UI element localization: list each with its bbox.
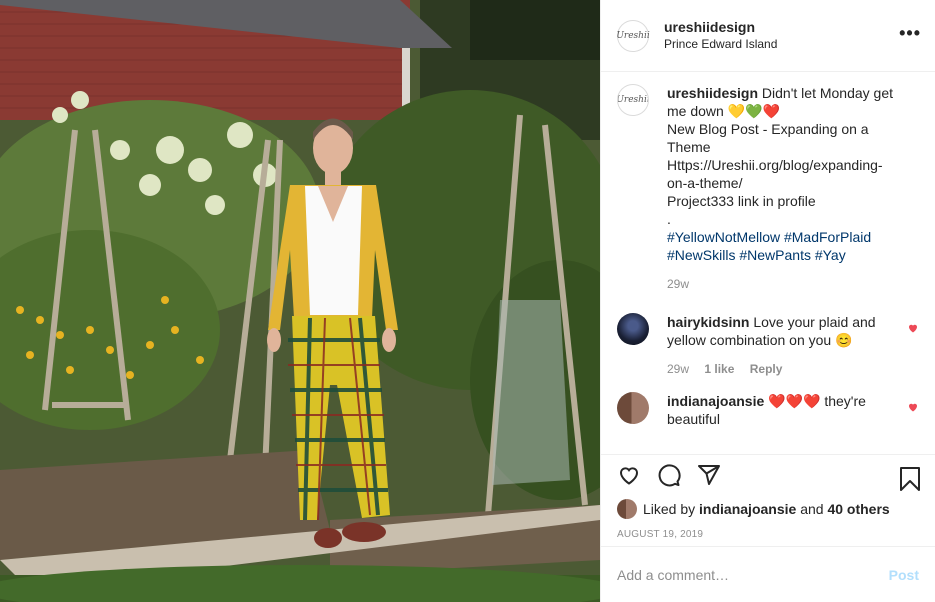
liker-avatar[interactable]: [617, 499, 637, 519]
post-location[interactable]: Prince Edward Island: [664, 36, 777, 53]
caption-time[interactable]: 29w: [667, 277, 689, 291]
author-info: ureshiidesign Prince Edward Island: [664, 19, 777, 53]
comments-section: Ureshii ureshiidesign Didn't let Monday …: [601, 72, 935, 454]
likes-middle: and: [800, 501, 824, 517]
caption-username[interactable]: ureshiidesign: [667, 85, 758, 101]
likes-others[interactable]: 40 others: [827, 501, 889, 517]
post-header: Ureshii ureshiidesign Prince Edward Isla…: [601, 0, 935, 72]
likes-prefix: Liked by: [643, 501, 696, 517]
comment-meta: 29w 1 like Reply: [667, 362, 902, 376]
post-side-panel: Ureshii ureshiidesign Prince Edward Isla…: [600, 0, 935, 602]
post-date[interactable]: AUGUST 19, 2019: [601, 524, 935, 546]
caption-text-line5: .: [667, 211, 671, 227]
caption: Ureshii ureshiidesign Didn't let Monday …: [617, 84, 919, 291]
share-icon[interactable]: [697, 463, 721, 487]
hashtag[interactable]: #YellowNotMellow: [667, 229, 780, 245]
commenter-avatar[interactable]: [617, 313, 649, 345]
caption-avatar[interactable]: Ureshii: [617, 84, 649, 116]
caption-body: ureshiidesign Didn't let Monday get me d…: [667, 84, 902, 291]
author-avatar[interactable]: Ureshii: [616, 19, 650, 52]
add-comment-bar: Post: [601, 546, 935, 602]
comment-likes[interactable]: 1 like: [704, 362, 734, 376]
comment-icon[interactable]: [657, 463, 681, 487]
comment-username[interactable]: hairykidsinn: [667, 314, 749, 330]
comment-body: hairykidsinn Love your plaid and yellow …: [667, 313, 902, 376]
commenter-avatar[interactable]: [617, 392, 649, 424]
post-photo[interactable]: [0, 0, 600, 602]
reply-button[interactable]: Reply: [750, 362, 783, 376]
comment-item: hairykidsinn Love your plaid and yellow …: [617, 313, 919, 376]
hashtag[interactable]: #NewPants: [739, 247, 811, 263]
post-comment-button[interactable]: Post: [889, 567, 919, 583]
caption-text-line2: New Blog Post - Expanding on a Theme: [667, 121, 869, 155]
more-horizontal-icon[interactable]: •••: [899, 24, 921, 42]
caption-meta: 29w: [667, 277, 902, 291]
comment-username[interactable]: indianajoansie: [667, 393, 764, 409]
comment-body: indianajoansie ❤️❤️❤️ they're beautiful: [667, 392, 902, 428]
comment-time[interactable]: 29w: [667, 362, 689, 376]
hashtag[interactable]: #MadForPlaid: [784, 229, 871, 245]
liker-username[interactable]: indianajoansie: [699, 501, 796, 517]
hashtag[interactable]: #Yay: [815, 247, 846, 263]
garden-photo-illustration: [0, 0, 600, 602]
add-comment-input[interactable]: [617, 566, 889, 583]
heart-icon[interactable]: [617, 463, 641, 487]
likes-summary: Liked by indianajoansie and 40 others: [601, 494, 935, 524]
comment-item: indianajoansie ❤️❤️❤️ they're beautiful: [617, 392, 919, 428]
author-username[interactable]: ureshiidesign: [664, 19, 777, 36]
heart-filled-icon[interactable]: [907, 401, 919, 413]
hashtag[interactable]: #NewSkills: [667, 247, 735, 263]
heart-filled-icon[interactable]: [907, 322, 919, 334]
caption-text-line4: Project333 link in profile: [667, 193, 816, 209]
instagram-post: Ureshii ureshiidesign Prince Edward Isla…: [0, 0, 935, 602]
post-actions: [601, 454, 935, 494]
bookmark-icon[interactable]: [899, 467, 921, 491]
caption-text-line3: Https://Ureshii.org/blog/expanding-on-a-…: [667, 157, 883, 191]
